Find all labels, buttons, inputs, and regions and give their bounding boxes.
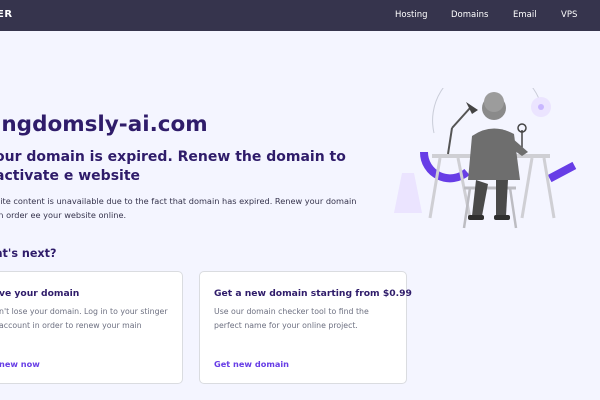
renew-now-link[interactable]: new now xyxy=(0,359,40,369)
renew-card-text: n't lose your domain. Log in to your sti… xyxy=(0,307,168,330)
renew-card-title: ve your domain xyxy=(0,288,80,299)
top-navbar: ER Hosting Domains Email VPS xyxy=(0,0,600,31)
expired-description: site content is unavailable due to the f… xyxy=(0,196,357,220)
get-new-domain-link[interactable]: Get new domain xyxy=(214,359,289,369)
domain-name-title: ingdomsly-ai.com xyxy=(0,112,208,137)
person-at-desk-illustration xyxy=(394,88,577,229)
new-domain-card-title: Get a new domain starting from $0.99 xyxy=(214,288,412,299)
nav-vps[interactable]: VPS xyxy=(561,10,577,20)
new-domain-card-text: Use our domain checker tool to find the … xyxy=(214,307,369,330)
new-domain-card: Get a new domain starting from $0.99 Use… xyxy=(199,271,412,384)
whats-next-heading: at's next? xyxy=(0,247,57,260)
nav-domains[interactable]: Domains xyxy=(451,10,488,20)
renew-domain-card: ve your domain n't lose your domain. Log… xyxy=(0,271,183,384)
nav-email[interactable]: Email xyxy=(513,10,537,20)
expired-headline: our domain is expired. Renew the domain … xyxy=(0,149,346,184)
nav-hosting[interactable]: Hosting xyxy=(395,10,428,20)
brand-logo[interactable]: ER xyxy=(0,9,13,20)
